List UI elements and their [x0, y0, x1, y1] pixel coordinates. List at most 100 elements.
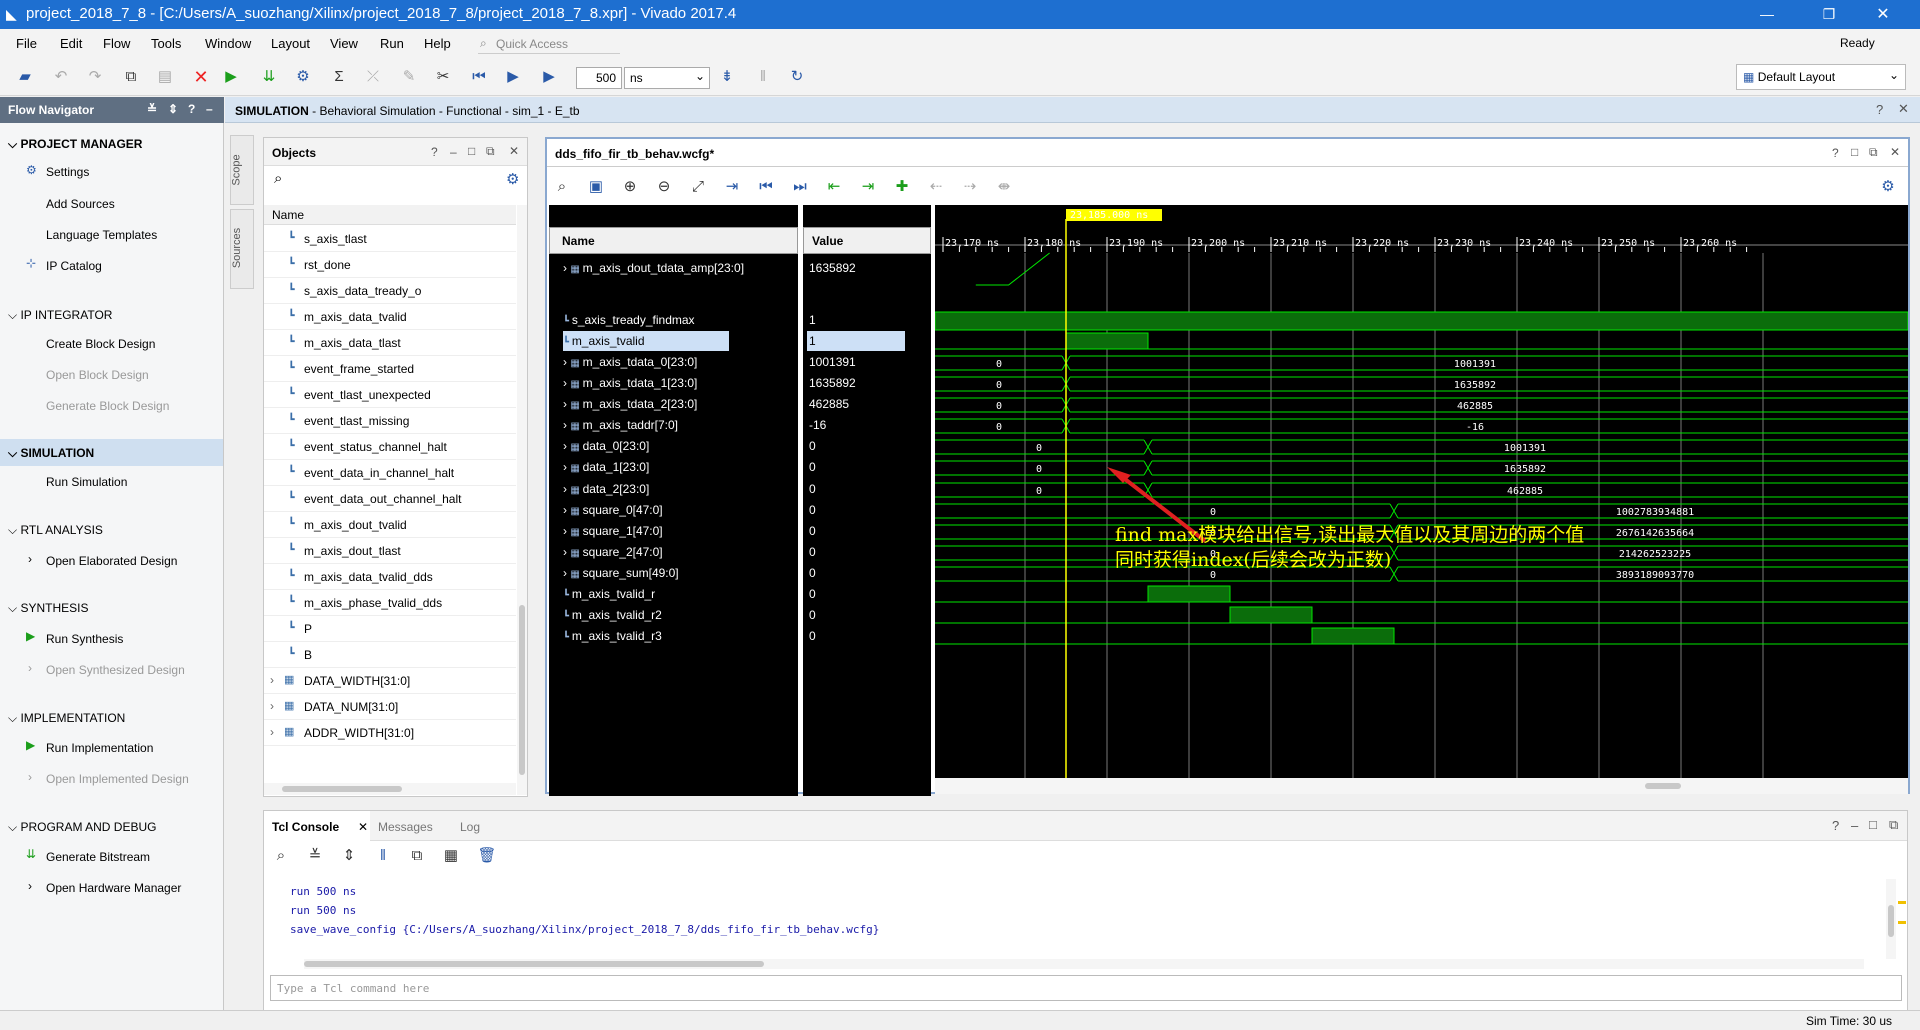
tab-messages[interactable]: Messages	[378, 820, 433, 834]
run-all-icon[interactable]: ▶	[500, 65, 526, 89]
menu-file[interactable]: File	[16, 36, 37, 51]
go-to-start-icon[interactable]: ⏮	[753, 175, 779, 199]
menu-help[interactable]: Help	[424, 36, 451, 51]
nav-settings[interactable]: Settings	[46, 165, 89, 179]
menu-window[interactable]: Window	[205, 36, 251, 51]
search-icon[interactable]: ⌕	[549, 175, 575, 199]
name-column-header[interactable]: Name	[549, 227, 798, 254]
nav-open-block-design[interactable]: Open Block Design	[46, 368, 149, 382]
wave-signal-name[interactable]: › ▦ square_1[47:0]	[563, 524, 663, 538]
step-icon[interactable]: ⇟	[714, 65, 740, 89]
console-vscroll[interactable]	[1886, 879, 1896, 959]
object-row[interactable]: ┗ s_axis_tlast	[264, 226, 516, 252]
object-row[interactable]: ┗ m_axis_data_tlast	[264, 330, 516, 356]
settings-gear-icon[interactable]: ⚙	[290, 65, 316, 89]
tab-log[interactable]: Log	[460, 820, 480, 834]
object-row[interactable]: ┗ m_axis_data_tvalid	[264, 304, 516, 330]
time-unit-select[interactable]: ns ⌄	[624, 67, 710, 89]
objects-vscroll[interactable]	[517, 205, 527, 795]
layout-select[interactable]: ▦ Default Layout ⌄	[1736, 64, 1906, 90]
copy-icon[interactable]: ⧉	[118, 65, 144, 89]
wave-signal-name[interactable]: › ▦ m_axis_tdata_0[23:0]	[563, 355, 697, 369]
nav-run-implementation[interactable]: Run Implementation	[46, 741, 153, 755]
minimize-icon[interactable]: —	[1744, 0, 1790, 29]
help-icon[interactable]: ?	[188, 102, 195, 116]
wrench-icon[interactable]: ✂	[430, 65, 456, 89]
run-time-input[interactable]: 500	[576, 67, 622, 89]
object-row[interactable]: ┗ m_axis_dout_tlast	[264, 538, 516, 564]
section-program-and-debug[interactable]: ⌵ PROGRAM AND DEBUG	[8, 820, 156, 835]
gear-icon[interactable]: ⚙	[1875, 175, 1901, 199]
minimize-icon[interactable]: –	[450, 145, 457, 159]
minimize-panel-icon[interactable]: –	[206, 102, 213, 116]
menu-edit[interactable]: Edit	[60, 36, 82, 51]
object-row[interactable]: ┗ P	[264, 616, 516, 642]
object-row[interactable]: ┗ event_data_in_channel_halt	[264, 460, 516, 486]
delete-icon[interactable]: ✕	[188, 65, 214, 89]
section-simulation[interactable]: ⌵ SIMULATION	[8, 446, 94, 461]
nav-ip-catalog[interactable]: IP Catalog	[46, 259, 102, 273]
zoom-in-icon[interactable]: ⊕	[617, 175, 643, 199]
search-icon[interactable]: ⌕	[268, 844, 294, 868]
swap-cursors-icon[interactable]: ⇼	[991, 175, 1017, 199]
close-icon[interactable]: ✕	[358, 820, 368, 834]
maximize-icon[interactable]: □	[1869, 817, 1877, 832]
chevron-right-icon[interactable]: ›	[270, 725, 274, 739]
nav-generate-block-design[interactable]: Generate Block Design	[46, 399, 169, 413]
previous-transition-icon[interactable]: ⇤	[821, 175, 847, 199]
open-project-icon[interactable]: ▰	[12, 65, 38, 89]
run-icon[interactable]: ▶	[218, 65, 244, 89]
bitstream-icon[interactable]: ⇊	[256, 65, 282, 89]
wave-signal-name[interactable]: › ▦ square_0[47:0]	[563, 503, 663, 517]
object-row[interactable]: › ▦ DATA_WIDTH[31:0]	[264, 668, 516, 694]
clear-icon[interactable]: 🗑	[474, 844, 500, 868]
restart-icon[interactable]: ⏮	[466, 65, 492, 89]
collapse-all-icon[interactable]: ≚	[147, 102, 157, 116]
object-row[interactable]: ┗ event_tlast_unexpected	[264, 382, 516, 408]
next-marker-icon[interactable]: ⇢	[957, 175, 983, 199]
object-row[interactable]: ┗ B	[264, 642, 516, 668]
go-to-cursor-icon[interactable]: ⇥	[719, 175, 745, 199]
menu-run[interactable]: Run	[380, 36, 404, 51]
float-icon[interactable]: ⧉	[1889, 817, 1898, 833]
wave-signal-name[interactable]: › ▦ m_axis_dout_tdata_amp[23:0]	[563, 261, 744, 275]
object-row[interactable]: ┗ s_axis_data_tready_o	[264, 278, 516, 304]
nav-language-templates[interactable]: Language Templates	[46, 228, 157, 242]
maximize-icon[interactable]: □	[1851, 145, 1858, 159]
object-row[interactable]: ┗ rst_done	[264, 252, 516, 278]
object-row[interactable]: ┗ event_tlast_missing	[264, 408, 516, 434]
chevron-right-icon[interactable]: ›	[270, 673, 274, 687]
float-icon[interactable]: ⧉	[486, 144, 495, 159]
object-row[interactable]: ┗ event_frame_started	[264, 356, 516, 382]
nav-run-simulation[interactable]: Run Simulation	[46, 475, 127, 489]
close-icon[interactable]: ✕	[1860, 0, 1906, 29]
wave-signal-name[interactable]: › ▦ data_0[23:0]	[563, 439, 649, 453]
previous-marker-icon[interactable]: ⇠	[923, 175, 949, 199]
wave-signal-name[interactable]: › ▦ m_axis_tdata_1[23:0]	[563, 376, 697, 390]
tcl-command-input[interactable]: Type a Tcl command here	[270, 975, 1902, 1001]
help-icon[interactable]: ?	[1832, 818, 1839, 833]
expand-all-icon[interactable]: ⇕	[336, 844, 362, 868]
console-hscroll[interactable]	[304, 959, 1864, 969]
wave-signal-name[interactable]: ┗ m_axis_tvalid_r	[563, 587, 655, 601]
tab-scope[interactable]: Scope	[230, 135, 254, 205]
menu-view[interactable]: View	[330, 36, 358, 51]
help-icon[interactable]: ?	[1876, 102, 1883, 117]
sum-icon[interactable]: Σ	[326, 65, 352, 89]
menu-tools[interactable]: Tools	[151, 36, 181, 51]
quick-access-input[interactable]: ⌕ Quick Access	[478, 36, 620, 54]
waveform-canvas[interactable]: 23,170 ns 23,180 ns 23,190 ns 23,200 ns 23,2…	[934, 205, 1909, 778]
pause-icon[interactable]: ‖	[750, 65, 776, 89]
go-to-end-icon[interactable]: ⏭	[787, 175, 813, 199]
add-marker-icon[interactable]: ✚	[889, 175, 915, 199]
object-row[interactable]: › ▦ DATA_NUM[31:0]	[264, 694, 516, 720]
pencil-icon[interactable]: ✎	[396, 65, 422, 89]
pause-output-icon[interactable]: ‖	[370, 844, 396, 868]
zoom-fit-icon[interactable]: ⤢	[685, 175, 711, 199]
wave-signal-name[interactable]: › ▦ square_sum[49:0]	[563, 566, 679, 580]
nav-run-synthesis[interactable]: Run Synthesis	[46, 632, 123, 646]
wave-signal-name[interactable]: ┗ m_axis_tvalid_r2	[563, 608, 662, 622]
wave-signal-name[interactable]: › ▦ data_2[23:0]	[563, 482, 649, 496]
nav-open-synthesized-design[interactable]: Open Synthesized Design	[46, 663, 185, 677]
wave-signal-name[interactable]: › ▦ square_2[47:0]	[563, 545, 663, 559]
